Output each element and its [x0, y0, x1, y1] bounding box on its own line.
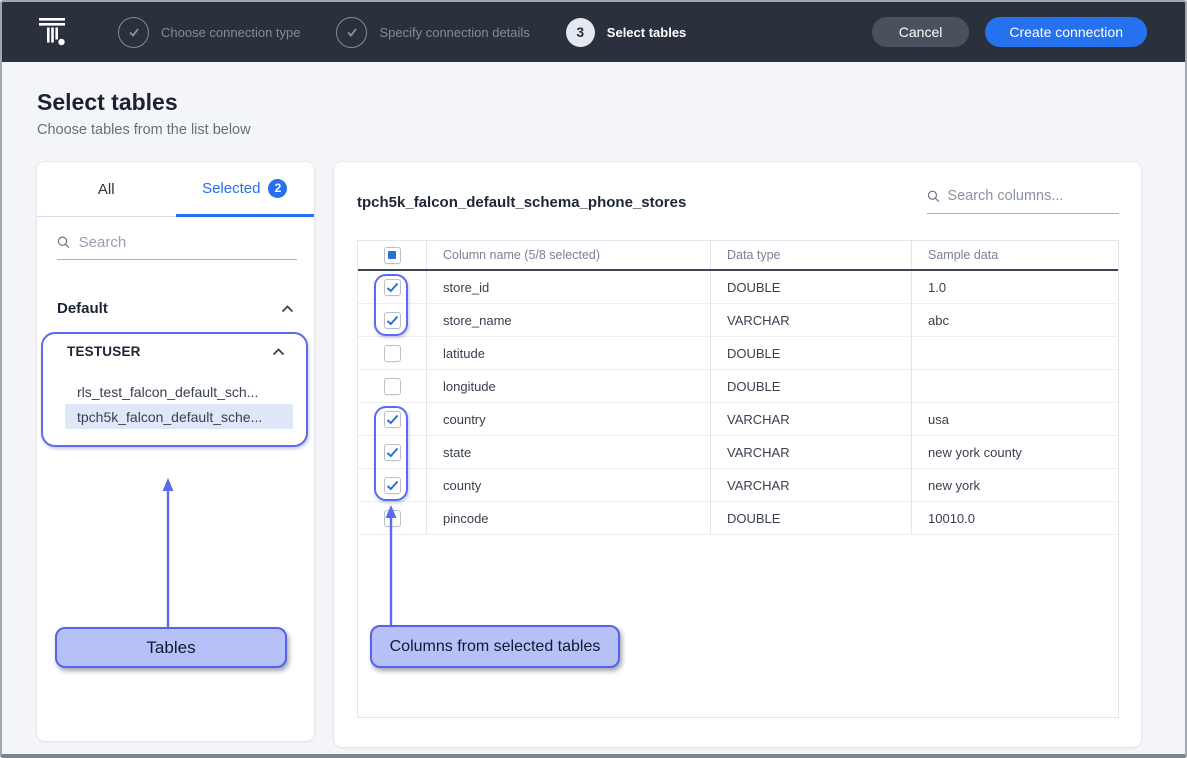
- data-type-cell: DOUBLE: [710, 271, 911, 303]
- tab-all[interactable]: All: [37, 162, 176, 216]
- tables-search: [57, 234, 297, 260]
- column-name-cell: store_id: [426, 271, 710, 303]
- data-type-cell: VARCHAR: [710, 436, 911, 468]
- step-specify-connection-details[interactable]: Specify connection details: [336, 17, 529, 48]
- column-name-cell: county: [426, 469, 710, 501]
- data-type-cell: DOUBLE: [710, 337, 911, 369]
- sample-data-cell: new york: [911, 469, 1118, 501]
- sample-data-cell: usa: [911, 403, 1118, 435]
- table-list-item[interactable]: rls_test_falcon_default_sch...: [65, 379, 293, 404]
- chevron-up-icon: [281, 305, 294, 313]
- columns-search: [927, 188, 1119, 214]
- table-row: longitude DOUBLE: [358, 370, 1118, 403]
- callout-tables: Tables: [55, 627, 287, 668]
- tab-selected[interactable]: Selected 2: [176, 162, 315, 217]
- column-name-cell: pincode: [426, 502, 710, 534]
- sample-data-cell: abc: [911, 304, 1118, 336]
- app-window: Choose connection type Specify connectio…: [0, 0, 1187, 758]
- step-choose-connection-type[interactable]: Choose connection type: [118, 17, 300, 48]
- schema-testuser-row[interactable]: TESTUSER: [67, 344, 285, 359]
- indeterminate-icon: [388, 251, 396, 259]
- tab-selected-label: Selected: [202, 180, 260, 197]
- column-name-cell: latitude: [426, 337, 710, 369]
- row-checkbox[interactable]: [384, 378, 401, 395]
- step-done-icon: [336, 17, 367, 48]
- search-icon: [57, 235, 71, 250]
- data-type-cell: VARCHAR: [710, 403, 911, 435]
- column-name-cell: store_name: [426, 304, 710, 336]
- table-row: state VARCHAR new york county: [358, 436, 1118, 469]
- data-type-cell: DOUBLE: [710, 370, 911, 402]
- header-column-name: Column name (5/8 selected): [426, 241, 710, 269]
- table-list-item[interactable]: tpch5k_falcon_default_sche...: [65, 404, 293, 429]
- step-label: Specify connection details: [379, 25, 529, 40]
- header-data-type: Data type: [710, 241, 911, 269]
- table-row: country VARCHAR usa: [358, 403, 1118, 436]
- columns-table-body: store_id DOUBLE 1.0 store_name VARCHAR a…: [358, 271, 1118, 535]
- sample-data-cell: 10010.0: [911, 502, 1118, 534]
- group-label: Default: [57, 300, 108, 317]
- sample-data-cell: [911, 370, 1118, 402]
- search-icon: [927, 189, 940, 204]
- group-default-row[interactable]: Default: [57, 300, 294, 317]
- header-sample-data: Sample data: [911, 241, 1118, 269]
- step-select-tables[interactable]: 3 Select tables: [566, 18, 687, 47]
- row-checkbox[interactable]: [384, 510, 401, 527]
- cancel-button[interactable]: Cancel: [872, 17, 970, 47]
- row-checkbox[interactable]: [384, 411, 401, 428]
- column-name-cell: longitude: [426, 370, 710, 402]
- table-row: store_name VARCHAR abc: [358, 304, 1118, 337]
- tables-tab-bar: All Selected 2: [37, 162, 314, 217]
- selected-table-title: tpch5k_falcon_default_schema_phone_store…: [357, 194, 686, 211]
- step-number-badge: 3: [566, 18, 595, 47]
- columns-table-header: Column name (5/8 selected) Data type Sam…: [358, 241, 1118, 271]
- table-row: pincode DOUBLE 10010.0: [358, 502, 1118, 535]
- chevron-up-icon: [272, 348, 285, 356]
- step-label: Select tables: [607, 25, 687, 40]
- tables-search-input[interactable]: [79, 234, 297, 251]
- selected-count-badge: 2: [268, 179, 287, 198]
- step-done-icon: [118, 17, 149, 48]
- sample-data-cell: 1.0: [911, 271, 1118, 303]
- check-icon: [386, 282, 399, 293]
- column-name-cell: country: [426, 403, 710, 435]
- schema-label: TESTUSER: [67, 344, 141, 359]
- sample-data-cell: [911, 337, 1118, 369]
- top-navbar: Choose connection type Specify connectio…: [2, 2, 1185, 62]
- callout-columns: Columns from selected tables: [370, 625, 620, 668]
- check-icon: [386, 480, 399, 491]
- page-title: Select tables: [37, 89, 178, 116]
- check-icon: [386, 315, 399, 326]
- wizard-stepper: Choose connection type Specify connectio…: [118, 17, 686, 48]
- page-subtitle: Choose tables from the list below: [37, 122, 251, 138]
- row-checkbox[interactable]: [384, 444, 401, 461]
- row-checkbox[interactable]: [384, 279, 401, 296]
- row-checkbox[interactable]: [384, 312, 401, 329]
- data-type-cell: VARCHAR: [710, 469, 911, 501]
- table-row: store_id DOUBLE 1.0: [358, 271, 1118, 304]
- row-checkbox[interactable]: [384, 345, 401, 362]
- table-row: latitude DOUBLE: [358, 337, 1118, 370]
- row-checkbox[interactable]: [384, 477, 401, 494]
- check-icon: [386, 414, 399, 425]
- step-label: Choose connection type: [161, 25, 300, 40]
- check-icon: [386, 447, 399, 458]
- columns-search-input[interactable]: [947, 188, 1119, 204]
- create-connection-button[interactable]: Create connection: [985, 17, 1147, 47]
- table-row: county VARCHAR new york: [358, 469, 1118, 502]
- data-type-cell: DOUBLE: [710, 502, 911, 534]
- column-name-cell: state: [426, 436, 710, 468]
- select-all-checkbox[interactable]: [384, 247, 401, 264]
- thoughtspot-logo: [38, 16, 68, 48]
- navbar-actions: Cancel Create connection: [872, 17, 1147, 47]
- sample-data-cell: new york county: [911, 436, 1118, 468]
- data-type-cell: VARCHAR: [710, 304, 911, 336]
